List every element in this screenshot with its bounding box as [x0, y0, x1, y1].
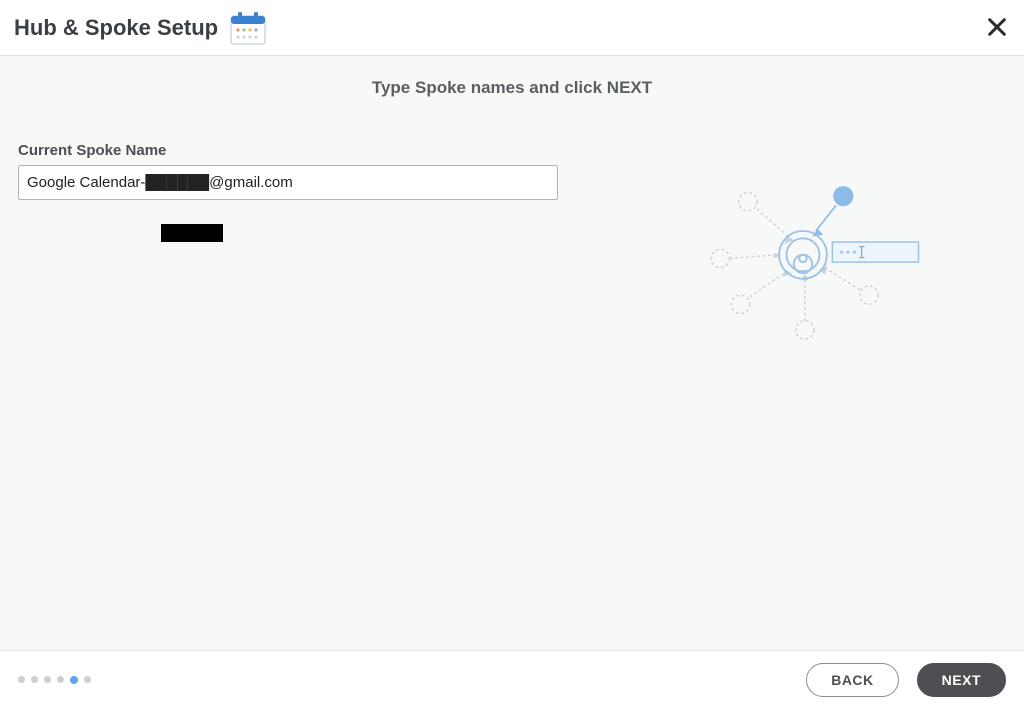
step-dot	[84, 676, 91, 683]
step-dot	[18, 676, 25, 683]
redaction-block	[161, 224, 223, 242]
instructions-text: Type Spoke names and click NEXT	[18, 78, 1006, 98]
wizard-content: Type Spoke names and click NEXT Current …	[0, 56, 1024, 650]
spoke-name-label: Current Spoke Name	[18, 142, 578, 159]
footer-buttons: BACK NEXT	[806, 663, 1006, 697]
step-dot	[31, 676, 38, 683]
wizard-header: Hub & Spoke Setup	[0, 0, 1024, 56]
spoke-name-input[interactable]	[18, 165, 558, 200]
calendar-icon	[228, 10, 268, 46]
back-button[interactable]: BACK	[806, 663, 898, 697]
spoke-name-form: Current Spoke Name	[18, 142, 578, 200]
next-button[interactable]: NEXT	[917, 663, 1006, 697]
wizard-title: Hub & Spoke Setup	[14, 15, 218, 41]
close-icon[interactable]	[984, 14, 1010, 40]
step-dot	[44, 676, 51, 683]
hub-spoke-diagram	[704, 176, 924, 346]
step-indicator	[18, 676, 91, 684]
wizard-footer: BACK NEXT	[0, 650, 1024, 708]
step-dot	[57, 676, 64, 683]
step-dot-active	[70, 676, 78, 684]
